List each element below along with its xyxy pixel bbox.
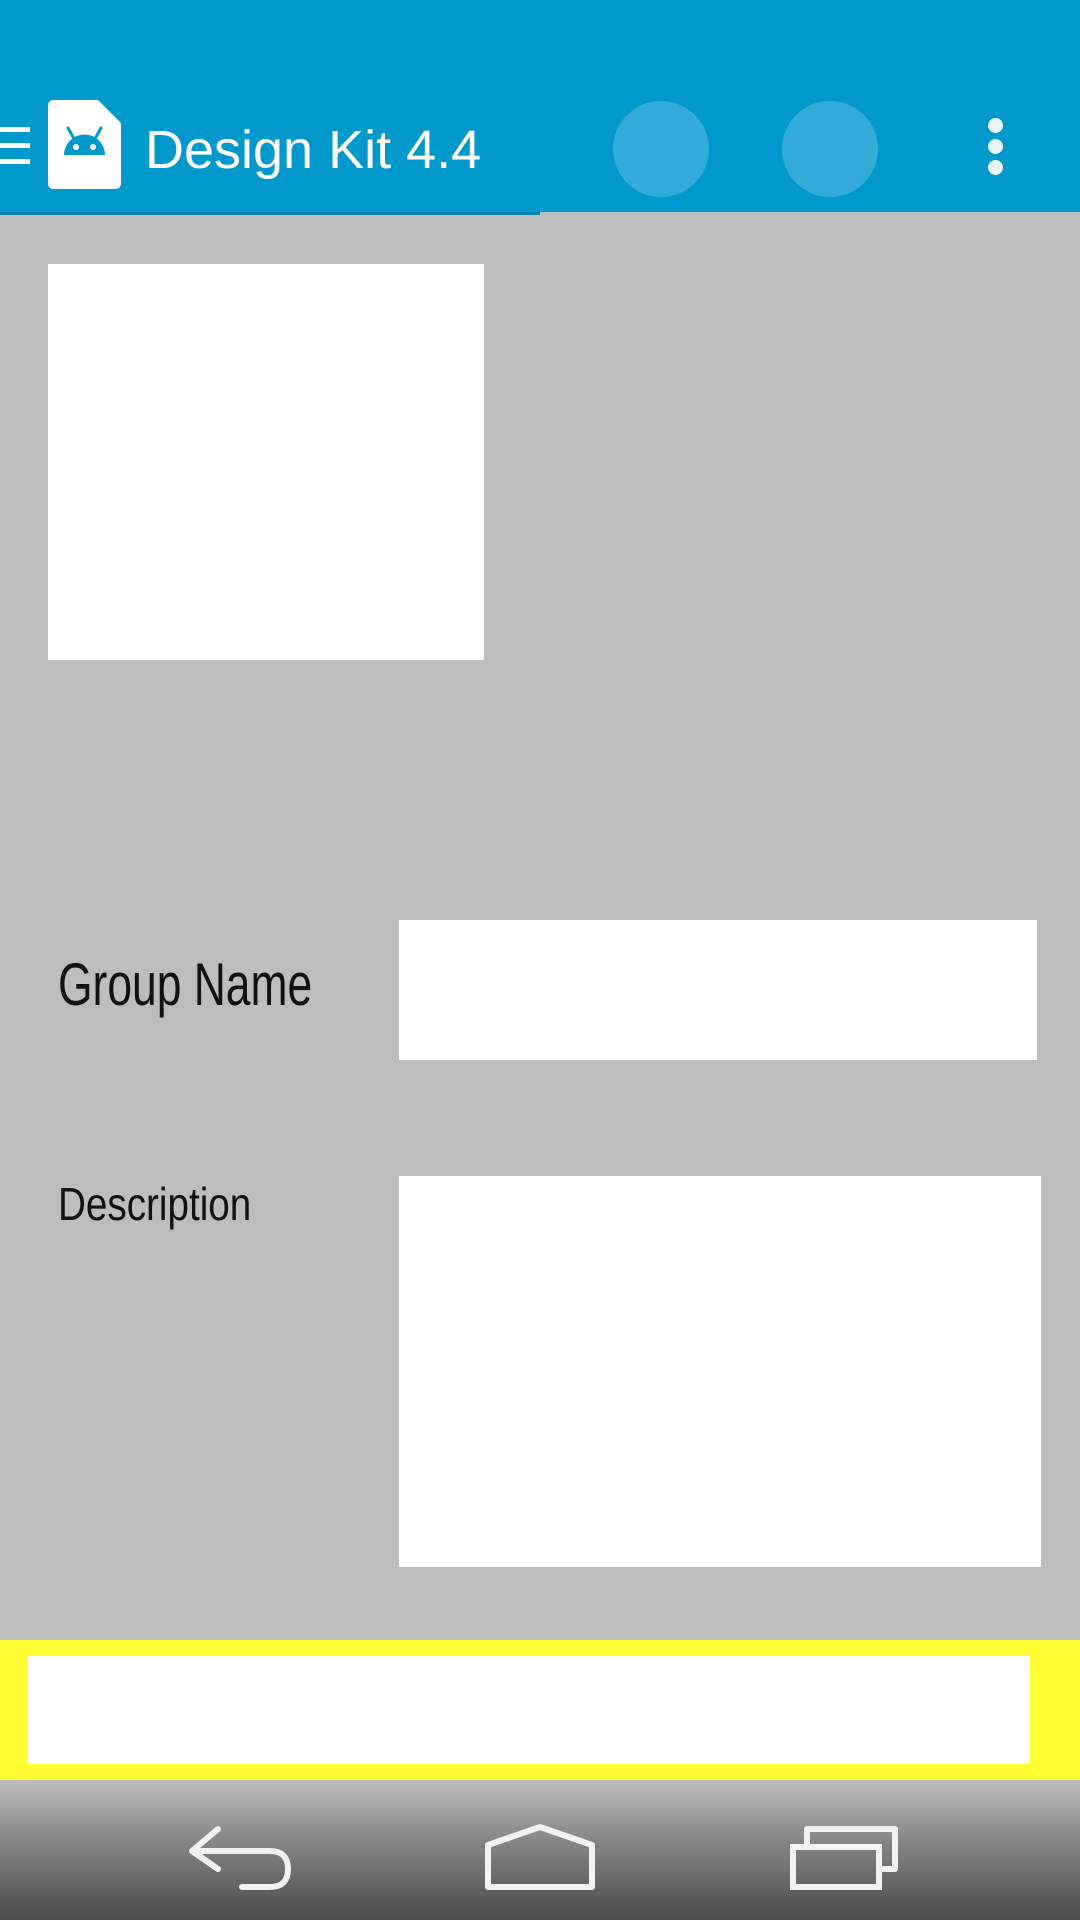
- app-title: Design Kit 4.4: [145, 120, 482, 180]
- action-icon[interactable]: [613, 101, 709, 197]
- description-label: Description: [58, 1178, 252, 1230]
- overflow-icon[interactable]: [984, 116, 1008, 178]
- description-input[interactable]: [399, 1176, 1041, 1567]
- status-bar: [0, 0, 1080, 75]
- android-app-icon[interactable]: [48, 100, 121, 189]
- group-name-input[interactable]: [399, 920, 1037, 1060]
- action-bar-underline: [0, 212, 540, 215]
- bottom-input-field[interactable]: [28, 1656, 1030, 1764]
- image-placeholder[interactable]: [48, 264, 484, 660]
- recent-apps-icon[interactable]: [775, 1795, 915, 1905]
- home-icon[interactable]: [470, 1795, 610, 1905]
- group-name-label: Group Name: [58, 951, 313, 1018]
- back-icon[interactable]: [170, 1795, 310, 1905]
- action-icon[interactable]: [782, 101, 878, 197]
- screen: Design Kit 4.4 Group Name Description: [0, 0, 1080, 1920]
- menu-icon[interactable]: [0, 125, 32, 167]
